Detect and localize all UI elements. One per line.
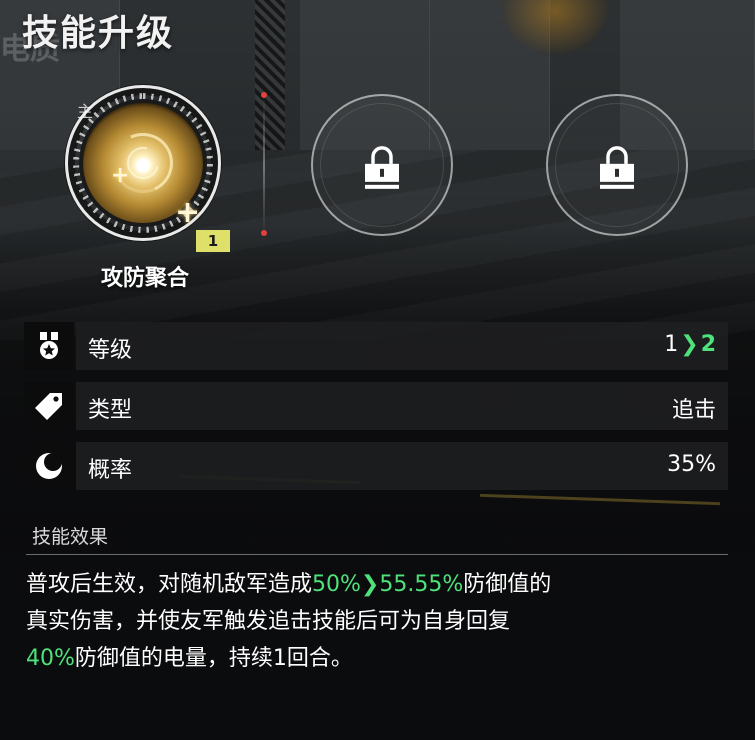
effect-line-2: 真实伤害，并使友军触发追击技能后可为自身回复 (26, 609, 511, 634)
effect-text-segment: 防御值的 (463, 572, 552, 597)
bg-wall-panel (430, 0, 550, 150)
effect-description: 普攻后生效，对随机敌军造成50%❯55.55%防御值的 真实伤害，并使友军触发追… (26, 566, 726, 677)
level-to: 2 (700, 332, 716, 357)
stat-icon-box (24, 382, 74, 430)
stat-label-rate: 概率 (88, 458, 133, 483)
stat-label-type: 类型 (88, 398, 133, 423)
plus-icon: + (111, 163, 130, 188)
effect-value-before: 50% (312, 572, 361, 597)
stat-bar (76, 442, 728, 490)
stat-value-level: 1❯2 (664, 332, 716, 357)
divider-dot (261, 92, 267, 98)
level-from: 1 (664, 332, 679, 357)
effect-text-segment: 普攻后生效，对随机敌军造成 (26, 572, 313, 597)
effect-divider (26, 554, 728, 555)
level-arrow-icon: ❯ (680, 332, 699, 357)
effect-text-segment: 防御值的电量，持续1回合。 (74, 646, 353, 671)
slot-divider (263, 96, 265, 234)
divider-dot (261, 230, 267, 236)
plus-icon: + (175, 195, 201, 230)
tag-icon (35, 393, 62, 420)
medal-icon (40, 332, 58, 359)
lock-icon (365, 146, 399, 189)
stat-row-type: 类型 追击 (24, 382, 728, 430)
stat-icon-box (24, 442, 74, 490)
effect-arrow-icon: ❯ (360, 572, 380, 597)
effect-line-1: 普攻后生效，对随机敌军造成50%❯55.55%防御值的 (26, 566, 726, 603)
skill-name: 攻防聚合 (100, 266, 189, 291)
effect-value-recover: 40% (26, 646, 75, 671)
stat-bar (76, 322, 728, 370)
bg-floor-stripe (480, 493, 720, 506)
stat-value-rate: 35% (667, 452, 716, 477)
moon-icon (36, 453, 62, 479)
effect-value-after: 55.55% (379, 572, 464, 597)
skill-slot-locked-1[interactable] (311, 94, 453, 236)
skill-slot-locked-2[interactable] (546, 94, 688, 236)
lock-icon (600, 146, 634, 189)
shield-burst-icon: + + (83, 103, 203, 230)
bg-column (255, 0, 285, 150)
bg-light-orb (500, 0, 610, 55)
stat-bar (76, 382, 728, 430)
effect-header: 技能效果 (32, 526, 109, 548)
main-slot-tag: 主 (77, 102, 94, 121)
stat-row-level: 等级 1❯2 (24, 322, 728, 370)
stat-value-type: 追击 (671, 398, 716, 423)
stat-icon-box (24, 322, 74, 370)
skill-level-badge: 1 (196, 230, 230, 252)
stat-row-rate: 概率 35% (24, 442, 728, 490)
effect-line-3: 40%防御值的电量，持续1回合。 (26, 640, 726, 677)
page-title: 技能升级 (22, 13, 175, 54)
stat-label-level: 等级 (88, 338, 133, 363)
